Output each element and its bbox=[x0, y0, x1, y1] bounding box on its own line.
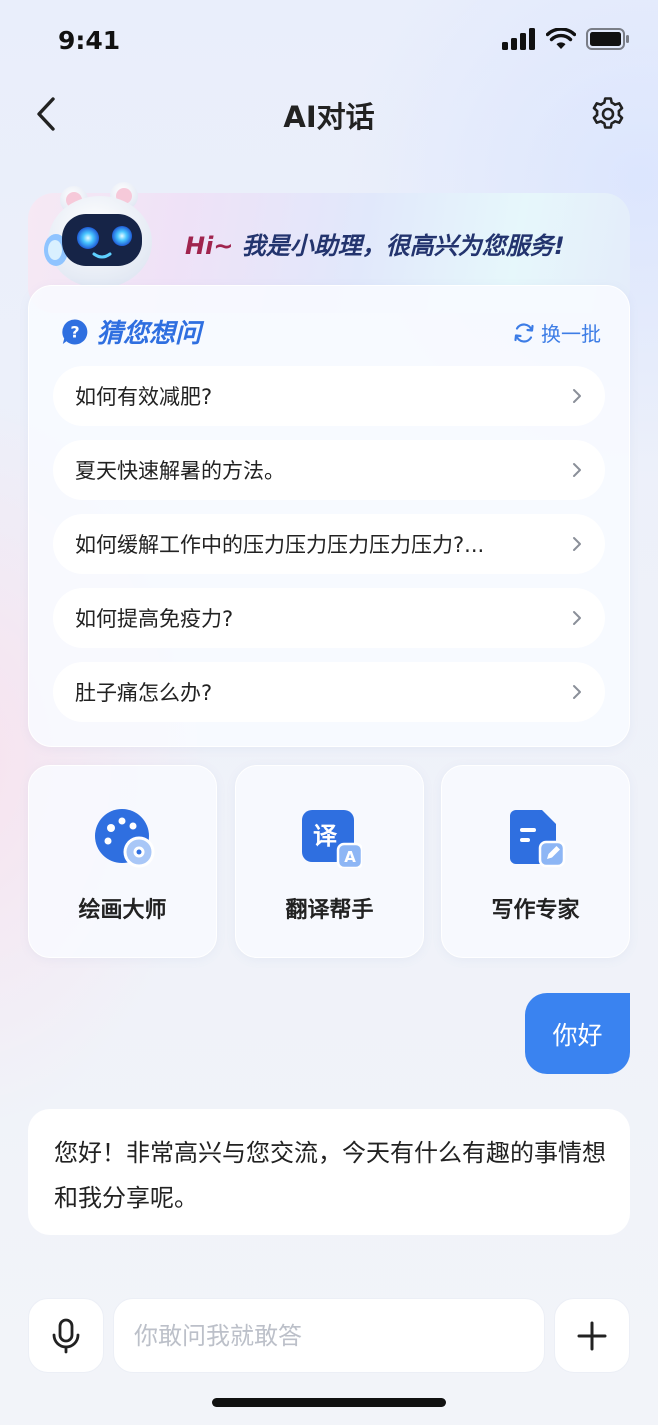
suggestion-item[interactable]: 如何提高免疫力? bbox=[53, 588, 605, 648]
add-button[interactable] bbox=[554, 1298, 630, 1373]
chevron-right-icon bbox=[573, 389, 581, 403]
tool-writing-expert[interactable]: 写作专家 bbox=[441, 765, 630, 958]
chevron-right-icon bbox=[573, 463, 581, 477]
signal-icon bbox=[502, 28, 535, 50]
suggestion-item[interactable]: 肚子痛怎么办? bbox=[53, 662, 605, 722]
document-edit-icon bbox=[510, 810, 566, 868]
svg-text:?: ? bbox=[70, 322, 79, 341]
ai-message-bubble: 您好！非常高兴与您交流，今天有什么有趣的事情想和我分享呢。 bbox=[28, 1109, 630, 1235]
chevron-right-icon bbox=[573, 537, 581, 551]
chat-input[interactable] bbox=[113, 1298, 545, 1373]
gear-icon bbox=[592, 97, 624, 129]
tool-label: 写作专家 bbox=[491, 898, 580, 923]
question-bubble-icon: ? bbox=[62, 318, 88, 344]
suggestion-text: 如何提高免疫力? bbox=[75, 607, 234, 631]
robot-mascot-icon bbox=[44, 182, 152, 288]
suggestions-list: 如何有效减肥? 夏天快速解暑的方法。 如何缓解工作中的压力压力压力压力压力?..… bbox=[53, 366, 605, 736]
chevron-right-icon bbox=[573, 685, 581, 699]
suggestion-text: 肚子痛怎么办? bbox=[75, 681, 213, 705]
greeting-text: Hi~ 我是小助理，很高兴为您服务! bbox=[185, 226, 565, 261]
suggestions-title: 猜您想问 bbox=[97, 319, 202, 349]
suggestion-text: 如何缓解工作中的压力压力压力压力压力?... bbox=[75, 533, 485, 557]
nav-bar: AI对话 bbox=[0, 82, 658, 144]
greeting-message: 我是小助理，很高兴为您服务! bbox=[233, 232, 565, 260]
translate-glyph: 译 bbox=[313, 822, 338, 850]
status-time: 9:41 bbox=[58, 26, 121, 55]
tool-label: 绘画大师 bbox=[78, 898, 167, 923]
tool-painting-master[interactable]: 绘画大师 bbox=[28, 765, 217, 958]
suggestions-card: ? 猜您想问 换一批 如何有效减肥? 夏天快速解暑的方法。 如何缓解工作中的压力… bbox=[28, 285, 630, 747]
suggestion-text: 如何有效减肥? bbox=[75, 385, 213, 409]
greeting-hi: Hi~ bbox=[185, 232, 234, 260]
page-title: AI对话 bbox=[283, 100, 375, 134]
suggestion-item[interactable]: 如何缓解工作中的压力压力压力压力压力?... bbox=[53, 514, 605, 574]
status-bar: 9:41 bbox=[0, 0, 658, 82]
plus-icon bbox=[577, 1321, 607, 1350]
suggestion-item[interactable]: 如何有效减肥? bbox=[53, 366, 605, 426]
home-indicator[interactable] bbox=[212, 1398, 446, 1407]
refresh-button[interactable]: 换一批 bbox=[513, 318, 601, 347]
palette-icon bbox=[95, 809, 155, 868]
voice-input-button[interactable] bbox=[28, 1298, 104, 1373]
translate-badge: A bbox=[344, 848, 356, 866]
translate-icon: 译 A bbox=[302, 810, 362, 868]
refresh-icon bbox=[514, 322, 534, 343]
wifi-icon bbox=[546, 28, 576, 49]
user-message-bubble: 你好 bbox=[525, 993, 630, 1074]
tool-label: 翻译帮手 bbox=[285, 898, 374, 923]
microphone-icon bbox=[52, 1318, 80, 1353]
tool-translation-helper[interactable]: 译 A 翻译帮手 bbox=[235, 765, 424, 958]
refresh-label: 换一批 bbox=[541, 322, 601, 346]
settings-button[interactable] bbox=[588, 94, 628, 134]
battery-icon bbox=[586, 28, 629, 50]
suggestions-header: ? 猜您想问 bbox=[61, 313, 201, 350]
suggestion-item[interactable]: 夏天快速解暑的方法。 bbox=[53, 440, 605, 500]
chevron-right-icon bbox=[573, 611, 581, 625]
status-icons bbox=[502, 28, 630, 50]
suggestion-text: 夏天快速解暑的方法。 bbox=[75, 459, 285, 483]
